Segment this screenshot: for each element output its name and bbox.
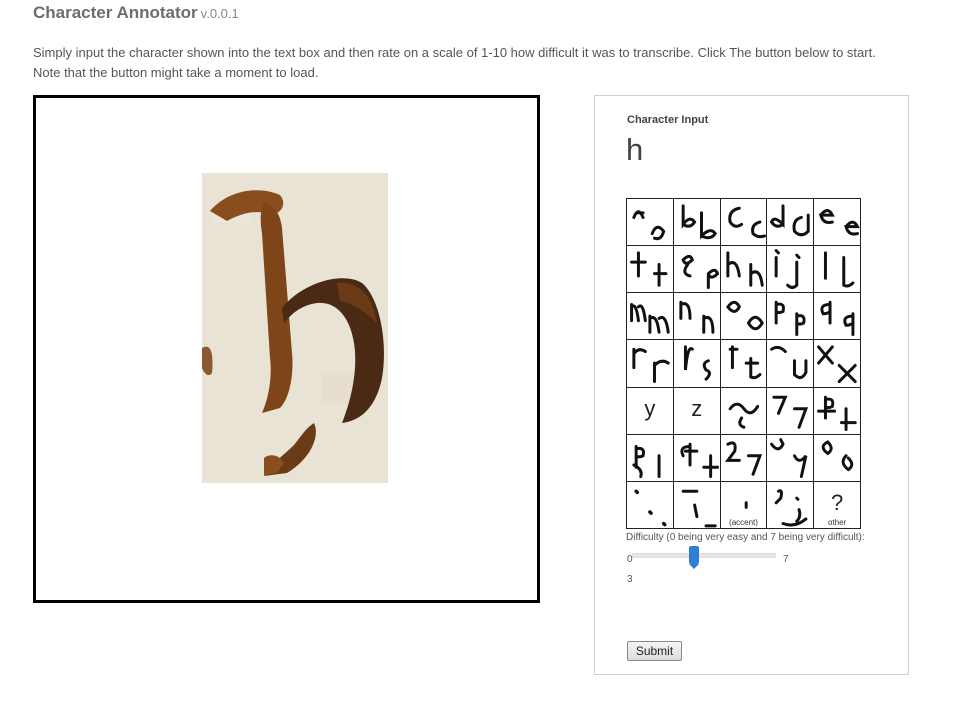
- character-image: [202, 173, 388, 483]
- glyph-cell-pro[interactable]: [627, 434, 674, 482]
- annotation-panel: Character Input h y z (accent)? other Diffi…: [594, 95, 909, 675]
- glyph-drawing-semicolon: [775, 489, 808, 527]
- difficulty-value: 3: [627, 574, 633, 585]
- difficulty-max-label: 7: [783, 554, 789, 565]
- glyph-cell-other[interactable]: ? other: [814, 481, 861, 529]
- difficulty-slider[interactable]: [632, 546, 776, 569]
- glyph-letter: y: [644, 395, 656, 421]
- glyph-caption: other: [827, 517, 847, 527]
- glyph-drawing-d: [770, 204, 811, 237]
- glyph-drawing-n: [679, 301, 715, 335]
- glyph-letter: ?: [830, 489, 844, 515]
- glyph-cell-semicolon[interactable]: [767, 481, 815, 529]
- glyph-cell-et[interactable]: [767, 387, 815, 435]
- glyph-letter: z: [691, 395, 703, 421]
- glyph-drawing-con: [821, 440, 854, 472]
- instructions-line-2: Note that the button might take a moment…: [33, 65, 319, 80]
- difficulty-label: Difficulty (0 being very easy and 7 bein…: [626, 532, 865, 543]
- glyph-cell-dots[interactable]: [627, 481, 674, 529]
- glyph-cell-e[interactable]: [814, 199, 861, 247]
- glyph-cell-o[interactable]: [720, 293, 768, 341]
- glyph-cell-r[interactable]: [627, 340, 674, 388]
- app-title-text: Character Annotator: [33, 3, 198, 22]
- glyph-drawing-e: [819, 209, 860, 236]
- glyph-cell-tilde[interactable]: [720, 387, 768, 435]
- glyph-cell-accent[interactable]: (accent): [720, 481, 768, 529]
- instructions-line-1: Simply input the character shown into th…: [33, 45, 876, 60]
- difficulty-slider-handle[interactable]: [688, 546, 699, 569]
- glyph-cell-d[interactable]: [767, 199, 815, 247]
- app-title: Character Annotator v.0.0.1: [33, 3, 239, 23]
- glyph-cell-t[interactable]: [720, 340, 768, 388]
- glyph-drawing-s: [683, 345, 711, 382]
- glyph-drawing-g: [681, 255, 720, 290]
- glyph-cell-m[interactable]: [627, 293, 674, 341]
- glyph-cell-c[interactable]: [720, 199, 768, 247]
- instructions: Simply input the character shown into th…: [33, 43, 963, 83]
- glyph-cell-q[interactable]: [814, 293, 861, 341]
- glyph-drawing-h: [725, 251, 764, 287]
- glyph-cell-f[interactable]: [627, 246, 674, 294]
- submit-button[interactable]: Submit: [627, 641, 682, 661]
- glyph-drawing-r: [632, 348, 670, 384]
- glyph-cell-con[interactable]: [814, 434, 861, 482]
- glyph-drawing-o: [725, 301, 764, 331]
- character-key-grid: y z (accent)? other: [626, 198, 861, 529]
- app-version: v.0.0.1: [200, 6, 239, 21]
- glyph-cell-y[interactable]: y: [627, 387, 674, 435]
- glyph-cell-a[interactable]: [627, 199, 674, 247]
- glyph-drawing-pro: [632, 444, 661, 478]
- glyph-cell-dash[interactable]: [673, 481, 721, 529]
- glyph-cell-n[interactable]: [673, 293, 721, 341]
- character-input-value[interactable]: h: [626, 132, 643, 168]
- glyph-drawing-l: [824, 251, 855, 288]
- character-input-label: Character Input: [627, 114, 709, 126]
- character-image-frame: [33, 95, 540, 603]
- glyph-drawing-i-j: [775, 249, 801, 290]
- glyph-drawing-vel: [770, 437, 808, 478]
- glyph-cell-p[interactable]: [767, 293, 815, 341]
- glyph-drawing-f: [630, 251, 668, 287]
- glyph-cell-per[interactable]: [814, 387, 861, 435]
- glyph-cell-s[interactable]: [673, 340, 721, 388]
- glyph-cell-h[interactable]: [720, 246, 768, 294]
- glyph-cell-u[interactable]: [767, 340, 815, 388]
- glyph-cell-rum[interactable]: [720, 434, 768, 482]
- glyph-cell-z[interactable]: z: [673, 387, 721, 435]
- glyph-drawing-a: [632, 210, 666, 241]
- glyph-cell-i-j[interactable]: [767, 246, 815, 294]
- glyph-drawing-q: [820, 301, 855, 337]
- glyph-drawing-per: [817, 395, 857, 431]
- glyph-cell-x[interactable]: [814, 340, 861, 388]
- glyph-drawing-u: [770, 346, 808, 380]
- glyph-drawing-et: [772, 395, 809, 429]
- glyph-caption: (accent): [729, 517, 758, 527]
- glyph-cell-vel[interactable]: [767, 434, 815, 482]
- glyph-drawing-dash: [681, 489, 717, 528]
- glyph-cell-g[interactable]: [673, 246, 721, 294]
- glyph-drawing-b: [681, 204, 717, 240]
- glyph-drawing-p: [775, 301, 806, 337]
- glyph-drawing-dots: [634, 489, 667, 527]
- glyph-drawing-t: [728, 345, 762, 380]
- glyph-drawing-c: [727, 206, 766, 239]
- difficulty-min-label: 0: [627, 554, 633, 565]
- glyph-drawing-rum: [724, 441, 762, 476]
- glyph-cell-l[interactable]: [814, 246, 861, 294]
- glyph-cell-b[interactable]: [673, 199, 721, 247]
- glyph-drawing-m: [630, 303, 670, 335]
- glyph-cell-quod[interactable]: [673, 434, 721, 482]
- glyph-drawing-tilde: [728, 402, 759, 429]
- glyph-drawing-x: [817, 345, 857, 384]
- glyph-drawing-quod: [680, 442, 719, 478]
